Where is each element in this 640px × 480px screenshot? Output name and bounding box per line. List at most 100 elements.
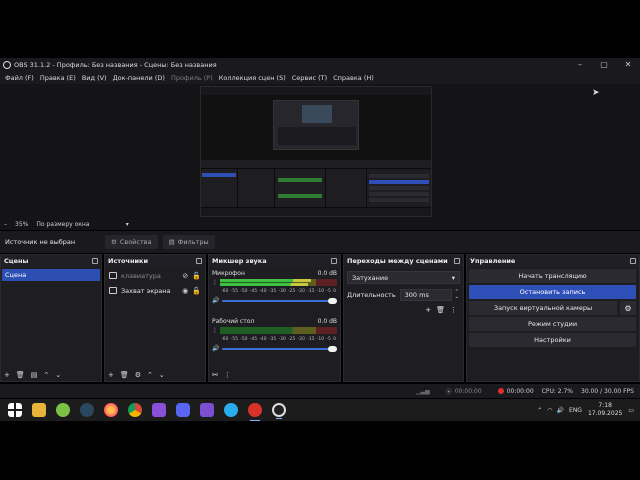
clock[interactable]: 7:18 17.09.2025 bbox=[588, 402, 622, 418]
transitions-dock: Переходы между сценами Затухание ▾ Длите… bbox=[343, 254, 464, 382]
obs-icon[interactable] bbox=[272, 403, 286, 419]
notification-icon[interactable]: ▭ bbox=[628, 407, 634, 414]
start-stream-button[interactable]: Начать трансляцию bbox=[469, 269, 636, 283]
gear-icon[interactable]: ⚙ bbox=[620, 301, 636, 315]
zoom-out-button[interactable]: – bbox=[4, 221, 7, 228]
arrow-down-icon[interactable]: ⌄ bbox=[55, 371, 61, 379]
gear-icon[interactable]: ⚙ bbox=[135, 371, 141, 379]
app-purple-icon[interactable] bbox=[152, 403, 166, 417]
scale-tick: 0 bbox=[333, 337, 336, 342]
virtual-camera-button[interactable]: Запуск виртуальной камеры bbox=[469, 301, 617, 315]
menu-help[interactable]: Справка (H) bbox=[333, 74, 374, 82]
scale-tick: -30 bbox=[278, 337, 286, 342]
gear-icon: ⚙ bbox=[111, 238, 117, 246]
close-button[interactable]: ✕ bbox=[616, 60, 640, 69]
scale-tick: -45 bbox=[249, 337, 258, 342]
menu-scene-collection[interactable]: Коллекция сцен (S) bbox=[219, 74, 286, 82]
speaker-icon[interactable]: 🔊 bbox=[212, 345, 220, 352]
popout-icon[interactable] bbox=[454, 258, 460, 264]
wifi-icon[interactable]: ◠ bbox=[547, 407, 552, 414]
chevron-up-icon[interactable]: ⌃ bbox=[537, 407, 542, 414]
zoom-level[interactable]: 35% bbox=[15, 221, 28, 228]
telegram-icon[interactable] bbox=[224, 403, 238, 417]
scale-tick: -5 bbox=[326, 337, 331, 342]
menu-view[interactable]: Вид (V) bbox=[82, 74, 107, 82]
trash-icon[interactable]: 🗑 bbox=[120, 371, 129, 379]
properties-button[interactable]: ⚙ Свойства bbox=[105, 235, 158, 249]
steam-icon[interactable] bbox=[80, 403, 94, 417]
arrow-down-icon[interactable]: ⌄ bbox=[159, 371, 165, 379]
settings-button[interactable]: Настройки bbox=[469, 333, 636, 347]
scale-tick: -20 bbox=[297, 337, 305, 342]
record-status: 00:00:00 bbox=[490, 388, 534, 395]
windows-logo-icon[interactable] bbox=[8, 403, 22, 417]
maximize-button[interactable]: ▢ bbox=[592, 60, 616, 69]
stop-record-button[interactable]: Остановить запись bbox=[469, 285, 636, 299]
menu-docks[interactable]: Док-панели (D) bbox=[113, 74, 165, 82]
slider-knob[interactable] bbox=[328, 345, 337, 352]
file-explorer-icon[interactable] bbox=[32, 403, 46, 417]
add-icon[interactable]: + bbox=[425, 306, 431, 314]
utorrent-icon[interactable] bbox=[56, 403, 70, 417]
source-item[interactable]: Захват экрана ◉ 🔓 bbox=[105, 284, 205, 297]
slider-knob[interactable] bbox=[328, 297, 337, 304]
popout-icon[interactable] bbox=[630, 258, 636, 264]
app-red-icon[interactable] bbox=[248, 403, 262, 421]
studio-mode-button[interactable]: Режим студии bbox=[469, 317, 636, 331]
volume-icon[interactable]: 🔊 bbox=[557, 407, 564, 414]
eye-hidden-icon[interactable]: ⊘ bbox=[182, 272, 188, 280]
source-item[interactable]: клавиатура ⊘ 🔓 bbox=[105, 269, 205, 282]
popout-icon[interactable] bbox=[331, 258, 337, 264]
transition-select[interactable]: Затухание ▾ bbox=[347, 271, 460, 284]
language-indicator[interactable]: ENG bbox=[569, 407, 582, 414]
fps-readout: 30.00 / 30.00 FPS bbox=[581, 387, 634, 395]
eye-icon[interactable]: ◉ bbox=[182, 287, 188, 295]
volume-slider[interactable] bbox=[222, 345, 337, 352]
filters-button[interactable]: ▤ Фильтры bbox=[162, 235, 215, 249]
more-icon[interactable]: ⋮ bbox=[212, 327, 218, 334]
arrow-up-icon[interactable]: ⌃ bbox=[43, 371, 49, 379]
popout-icon[interactable] bbox=[92, 258, 98, 264]
lock-icon[interactable]: 🔓 bbox=[192, 272, 201, 280]
scale-tick: -50 bbox=[240, 289, 248, 294]
scale-tick: -55 bbox=[230, 289, 238, 294]
popout-icon[interactable] bbox=[196, 258, 202, 264]
volume-slider[interactable] bbox=[222, 297, 337, 304]
filter-icon[interactable]: ▤ bbox=[31, 371, 38, 379]
trash-icon[interactable]: 🗑 bbox=[436, 306, 445, 314]
lock-icon[interactable]: 🔓 bbox=[192, 287, 201, 295]
trash-icon[interactable]: 🗑 bbox=[16, 371, 25, 379]
zoom-fit-select[interactable]: По размеру окна ▾ bbox=[36, 221, 128, 228]
scene-item[interactable]: Сцена bbox=[2, 269, 100, 281]
nested-title-bar bbox=[201, 87, 431, 95]
more-icon[interactable]: ⋮ bbox=[224, 371, 231, 379]
menu-edit[interactable]: Правка (E) bbox=[40, 74, 76, 82]
menu-profile[interactable]: Профиль (P) bbox=[171, 74, 213, 82]
discord-icon[interactable] bbox=[176, 403, 190, 417]
arrow-up-icon[interactable]: ⌃ bbox=[147, 371, 153, 379]
chrome-icon[interactable] bbox=[128, 403, 142, 417]
more-icon[interactable]: ⋮ bbox=[212, 279, 218, 286]
menu-file[interactable]: Файл (F) bbox=[5, 74, 34, 82]
preview-canvas[interactable] bbox=[200, 86, 432, 217]
duration-input[interactable]: 300 ms bbox=[399, 289, 452, 301]
system-tray: ⌃ ◠ 🔊 ENG 7:18 17.09.2025 ▭ bbox=[537, 402, 640, 418]
zoom-bar: – 35% По размеру окна ▾ bbox=[0, 219, 640, 230]
firefox-icon[interactable] bbox=[104, 403, 118, 417]
filter-icon: ▤ bbox=[168, 238, 175, 246]
menu-tools[interactable]: Сервис (T) bbox=[292, 74, 327, 82]
scale-tick: -15 bbox=[307, 337, 315, 342]
window-title: OBS 31.1.2 - Профиль: Без названия - Сце… bbox=[14, 60, 217, 69]
add-icon[interactable]: + bbox=[4, 371, 10, 379]
more-icon[interactable]: ⋮ bbox=[450, 306, 457, 314]
add-icon[interactable]: + bbox=[108, 371, 114, 379]
app-cat-icon[interactable] bbox=[200, 403, 214, 417]
minimize-button[interactable]: – bbox=[568, 60, 592, 69]
scale-tick: -35 bbox=[268, 337, 277, 342]
obs-logo-icon bbox=[3, 60, 11, 69]
scale-tick: -55 bbox=[230, 337, 238, 342]
spin-arrows-icon[interactable]: ⌃ ⌄ bbox=[455, 290, 459, 300]
advanced-audio-icon[interactable]: ⚯ bbox=[212, 371, 218, 379]
speaker-icon[interactable]: 🔊 bbox=[212, 297, 220, 304]
broadcast-icon: ⦿ bbox=[445, 388, 452, 396]
